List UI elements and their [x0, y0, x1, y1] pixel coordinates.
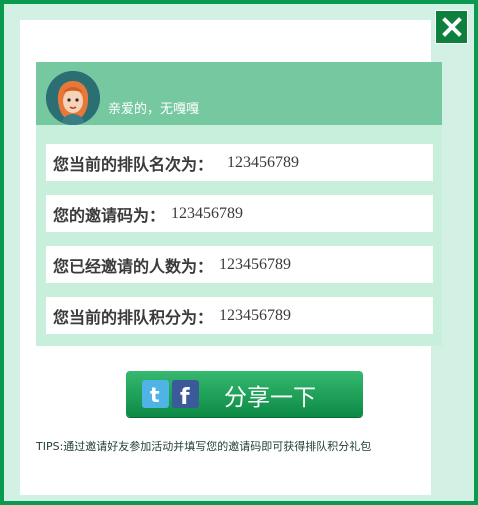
avatar-image [46, 71, 100, 125]
share-button[interactable]: t f 分享一下 [126, 371, 363, 417]
share-label: 分享一下 [224, 385, 316, 411]
invite-code-label: 您的邀请码为： [53, 205, 166, 225]
dialog-frame: 亲爱的，无嘎嘎 您当前的排队名次为： 123456789 您的邀请码为： 123… [0, 0, 478, 505]
greeting-text: 亲爱的，无嘎嘎 [108, 102, 200, 117]
tips-text: TIPS:通过邀请好友参加活动并填写您的邀请码即可获得排队积分礼包 [36, 440, 372, 453]
close-icon [441, 17, 462, 37]
queue-points-label: 您当前的排队积分为： [53, 307, 214, 327]
queue-points-value: 123456789 [219, 306, 292, 324]
panel-header: 亲爱的，无嘎嘎 [36, 62, 442, 125]
info-panel: 亲爱的，无嘎嘎 您当前的排队名次为： 123456789 您的邀请码为： 123… [36, 62, 442, 346]
queue-points-row: 您当前的排队积分为： 123456789 [46, 297, 433, 334]
avatar [46, 71, 100, 125]
close-button[interactable] [435, 10, 468, 44]
svg-text:f: f [180, 385, 190, 408]
invited-count-label: 您已经邀请的人数为： [53, 256, 214, 276]
invited-count-row: 您已经邀请的人数为： 123456789 [46, 246, 433, 283]
queue-rank-row: 您当前的排队名次为： 123456789 [46, 144, 433, 181]
queue-rank-value: 123456789 [227, 153, 300, 171]
invited-count-value: 123456789 [219, 255, 292, 273]
svg-text:t: t [150, 383, 160, 407]
invite-code-value: 123456789 [171, 204, 244, 222]
twitter-icon[interactable]: t [142, 380, 169, 408]
facebook-icon[interactable]: f [172, 380, 199, 410]
invite-code-row: 您的邀请码为： 123456789 [46, 195, 433, 232]
queue-rank-label: 您当前的排队名次为： [53, 154, 214, 174]
